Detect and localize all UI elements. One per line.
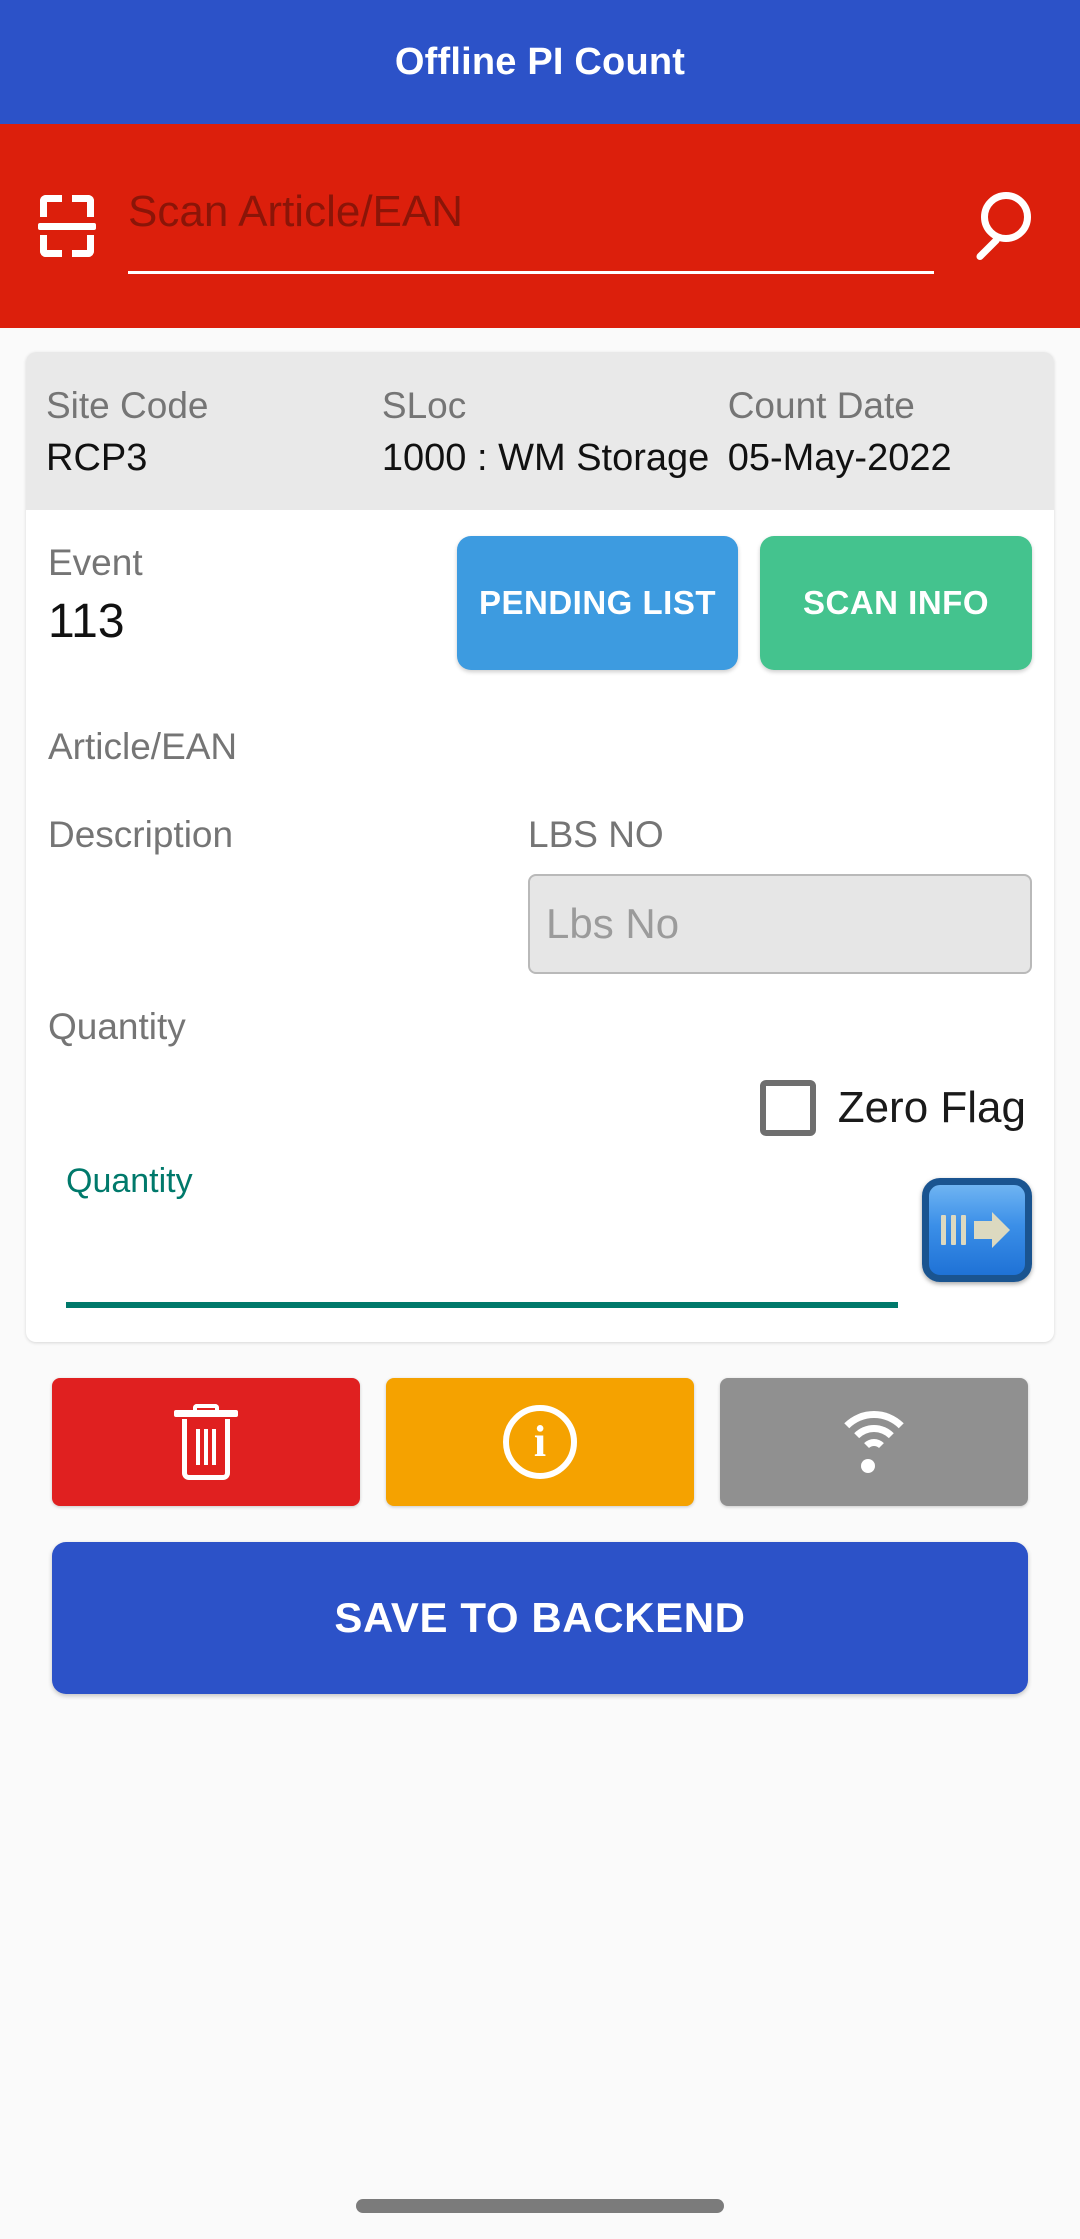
save-to-backend-button[interactable]: SAVE TO BACKEND	[52, 1542, 1028, 1694]
gesture-nav-pill[interactable]	[356, 2199, 724, 2213]
lbs-no-label: LBS NO	[528, 814, 664, 855]
wifi-dot	[861, 1459, 875, 1473]
search-button[interactable]	[960, 183, 1046, 269]
save-button-wrap: SAVE TO BACKEND	[26, 1506, 1054, 1694]
zero-flag-label: Zero Flag	[837, 1083, 1026, 1132]
speed-line	[940, 1215, 946, 1245]
magnifier-handle	[975, 235, 1002, 262]
quantity-label-row: Quantity	[26, 978, 1054, 1054]
magnifier-ring	[981, 192, 1031, 242]
count-date-label: Count Date	[727, 385, 915, 426]
page-title: Offline PI Count	[394, 40, 686, 83]
trash-stripe	[212, 1429, 216, 1465]
event-row: Event 113 PENDING LIST SCAN INFO	[26, 510, 1054, 670]
delete-button[interactable]	[52, 1378, 360, 1506]
info-circle-icon: i	[503, 1405, 577, 1479]
trash-icon	[174, 1404, 238, 1480]
count-entry-card: Site Code RCP3 SLoc 1000 : WM Storage Co…	[26, 352, 1054, 1342]
zero-flag-checkbox[interactable]	[759, 1080, 816, 1136]
count-date-value: 05-May-2022	[727, 437, 952, 479]
description-label: Description	[48, 814, 234, 855]
quantity-underline	[66, 1302, 898, 1308]
search-input[interactable]: Scan Article/EAN	[128, 178, 934, 274]
sloc-label: SLoc	[381, 385, 467, 426]
scan-line	[38, 223, 96, 230]
search-input-placeholder: Scan Article/EAN	[128, 187, 464, 236]
search-icon	[967, 190, 1039, 262]
main-content: Site Code RCP3 SLoc 1000 : WM Storage Co…	[0, 328, 1080, 1694]
zero-flag-row: Zero Flag	[26, 1054, 1054, 1136]
quantity-label: Quantity	[48, 1006, 186, 1047]
scan-corner-top-left	[40, 195, 62, 217]
quantity-float-label: Quantity	[66, 1162, 193, 1200]
speed-line	[950, 1215, 956, 1245]
article-ean-label: Article/EAN	[48, 726, 238, 767]
trash-stripe	[196, 1429, 200, 1465]
event-value: 113	[48, 595, 125, 648]
pending-list-button[interactable]: PENDING LIST	[456, 536, 738, 670]
site-code-field: Site Code RCP3	[46, 380, 382, 484]
action-icon-row: i	[26, 1342, 1054, 1506]
quantity-input-row: Quantity	[26, 1136, 1054, 1342]
event-field: Event 113	[48, 536, 318, 654]
arrow-right-icon	[940, 1208, 1014, 1252]
trash-stripe	[204, 1429, 208, 1465]
submit-quantity-button[interactable]	[922, 1178, 1032, 1282]
speed-line	[960, 1215, 966, 1245]
scan-corner-bottom-right	[72, 235, 94, 257]
scan-info-button[interactable]: SCAN INFO	[760, 536, 1032, 670]
sloc-field: SLoc 1000 : WM Storage	[382, 380, 728, 484]
lbs-no-input[interactable]	[528, 874, 1032, 974]
count-date-field: Count Date 05-May-2022	[728, 380, 1034, 484]
trash-can	[182, 1419, 230, 1480]
article-ean-row: Article/EAN	[26, 670, 1054, 788]
event-actions: PENDING LIST SCAN INFO	[318, 536, 1032, 670]
scan-corner-bottom-left	[40, 235, 62, 257]
wifi-icon	[831, 1411, 917, 1473]
lbs-no-field: LBS NO	[528, 808, 1032, 978]
site-code-label: Site Code	[46, 385, 209, 426]
arrow-speed-lines	[940, 1215, 966, 1245]
site-code-value: RCP3	[46, 437, 148, 479]
event-label: Event	[48, 542, 143, 583]
sync-wifi-button[interactable]	[720, 1378, 1028, 1506]
barcode-scan-icon[interactable]	[34, 193, 100, 259]
description-field: Description	[48, 808, 528, 978]
info-button[interactable]: i	[386, 1378, 694, 1506]
trash-lid	[174, 1410, 238, 1417]
scan-corner-top-right	[72, 195, 94, 217]
meta-info-strip: Site Code RCP3 SLoc 1000 : WM Storage Co…	[26, 352, 1054, 510]
sloc-value: 1000 : WM Storage	[381, 437, 710, 479]
arrow-head-icon	[973, 1212, 1010, 1248]
description-lbs-row: Description LBS NO	[26, 788, 1054, 978]
scan-search-bar: Scan Article/EAN	[0, 124, 1080, 328]
search-input-underline	[128, 271, 934, 274]
quantity-input[interactable]: Quantity	[48, 1158, 906, 1308]
app-bar: Offline PI Count	[0, 0, 1080, 124]
app-screen: Offline PI Count Scan Article/EAN Site C…	[0, 0, 1080, 2239]
